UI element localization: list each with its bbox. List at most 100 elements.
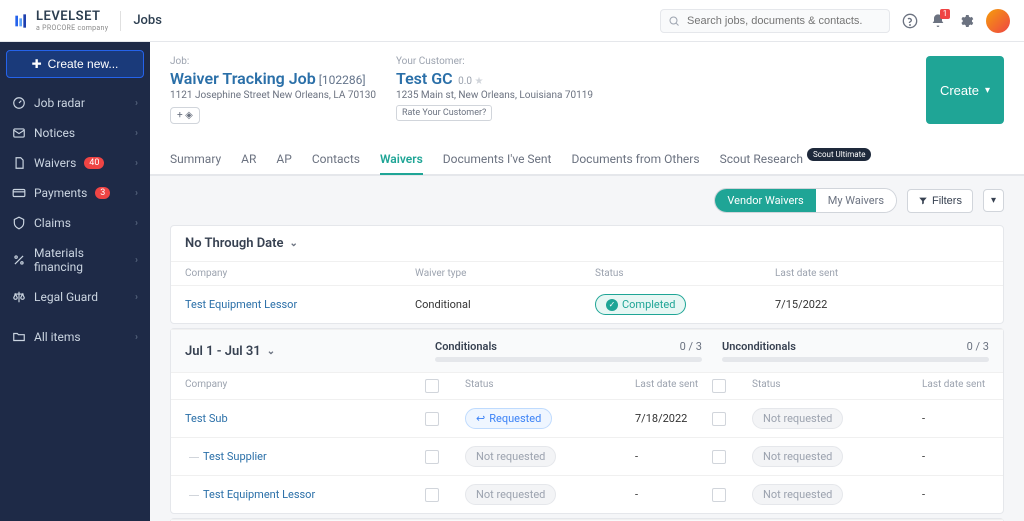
avatar[interactable]	[986, 9, 1010, 33]
payments-badge: 3	[95, 187, 110, 199]
rate-customer-button[interactable]: Rate Your Customer?	[396, 105, 492, 121]
tab-scout[interactable]: Scout ResearchScout Ultimate	[720, 144, 872, 174]
status-badge: Completed	[595, 294, 686, 315]
job-label: Job:	[170, 56, 376, 67]
checkbox[interactable]	[712, 488, 726, 502]
mail-icon	[12, 126, 26, 140]
chevron-right-icon: ›	[135, 128, 138, 139]
plus-icon: ✚	[32, 57, 42, 71]
waivers-badge: 40	[84, 157, 104, 169]
waiver-toggle-group: Vendor Waivers My Waivers	[714, 188, 897, 213]
help-icon[interactable]	[902, 13, 918, 29]
notif-badge: 1	[940, 9, 950, 19]
sidebar-item-materials[interactable]: Materials financing›	[6, 238, 144, 282]
chevron-right-icon: ›	[135, 332, 138, 343]
cond-summary: Conditionals0 / 3	[435, 340, 702, 362]
tab-docs-sent[interactable]: Documents I've Sent	[443, 144, 552, 174]
tab-contacts[interactable]: Contacts	[312, 144, 360, 174]
sidebar-item-job-radar[interactable]: Job radar›	[6, 88, 144, 118]
gauge-icon	[12, 96, 26, 110]
topbar: LEVELSET a PROCORE company Jobs 1	[0, 0, 1024, 42]
customer-label: Your Customer:	[396, 56, 593, 67]
tab-ar[interactable]: AR	[241, 144, 256, 174]
checkbox[interactable]	[712, 450, 726, 464]
table-row: Test Equipment Lessor Conditional Comple…	[171, 285, 1003, 323]
table-head: Company Status Last date sent Status Las…	[171, 372, 1003, 399]
tab-docs-others[interactable]: Documents from Others	[571, 144, 699, 174]
create-label: Create new...	[48, 57, 119, 71]
percent-icon	[12, 253, 26, 267]
table-row: Test Equipment Lessor Not requested - No…	[171, 475, 1003, 513]
customer-title[interactable]: Test GC	[396, 69, 453, 88]
checkbox[interactable]	[425, 488, 439, 502]
status-badge: Not requested	[752, 484, 843, 505]
table-head: Company Waiver type Status Last date sen…	[171, 261, 1003, 285]
chevron-down-icon: ⌄	[290, 238, 298, 249]
shield-icon	[12, 216, 26, 230]
table-row: Test Supplier Not requested - Not reques…	[171, 437, 1003, 475]
customer-rating: 0.0 ★	[456, 76, 484, 87]
logo[interactable]: LEVELSET a PROCORE company	[14, 9, 108, 32]
customer-card: Your Customer: Test GC 0.0 ★ 1235 Main s…	[396, 56, 593, 124]
job-header: Job: Waiver Tracking Job [102286] 1121 J…	[150, 42, 1024, 176]
tab-summary[interactable]: Summary	[170, 144, 221, 174]
sidebar-item-legalguard[interactable]: Legal Guard›	[6, 282, 144, 312]
sidebar-item-waivers[interactable]: Waivers 40 ›	[6, 148, 144, 178]
section-head-jul[interactable]: Jul 1 - Jul 31 ⌄	[185, 340, 415, 362]
sidebar-item-claims[interactable]: Claims›	[6, 208, 144, 238]
chevron-right-icon: ›	[135, 255, 138, 266]
uncond-summary: Unconditionals0 / 3	[722, 340, 989, 362]
brand-name: LEVELSET	[36, 9, 108, 24]
company-link[interactable]: Test Sub	[185, 412, 415, 425]
status-badge: Not requested	[752, 446, 843, 467]
tabs: Summary AR AP Contacts Waivers Documents…	[150, 132, 1024, 175]
brand-sub: a PROCORE company	[36, 24, 108, 32]
funnel-icon	[918, 196, 928, 206]
status-badge: ↩ Requested	[465, 408, 552, 429]
chevron-right-icon: ›	[135, 98, 138, 109]
checkbox[interactable]	[712, 379, 726, 393]
job-title[interactable]: Waiver Tracking Job	[170, 69, 316, 88]
checkbox[interactable]	[425, 450, 439, 464]
section-no-through: No Through Date ⌄ Company Waiver type St…	[170, 225, 1004, 324]
divider	[120, 11, 121, 31]
sidebar-item-notices[interactable]: Notices›	[6, 118, 144, 148]
scale-icon	[12, 290, 26, 304]
main-content: Job: Waiver Tracking Job [102286] 1121 J…	[150, 42, 1024, 521]
progress-bar	[435, 357, 702, 362]
section-jul: Jul 1 - Jul 31 ⌄ Conditionals0 / 3 Uncon…	[170, 328, 1004, 514]
create-button[interactable]: Create ▾	[926, 56, 1004, 124]
sidebar-item-payments[interactable]: Payments 3 ›	[6, 178, 144, 208]
create-new-button[interactable]: ✚ Create new...	[6, 50, 144, 78]
job-address: 1121 Josephine Street New Orleans, LA 70…	[170, 90, 376, 101]
filters-button[interactable]: Filters	[907, 189, 973, 213]
search-input[interactable]	[660, 9, 890, 33]
toggle-my-waivers[interactable]: My Waivers	[816, 189, 896, 212]
status-badge: Not requested	[465, 484, 556, 505]
checkbox[interactable]	[425, 412, 439, 426]
toggle-vendor-waivers[interactable]: Vendor Waivers	[715, 189, 815, 212]
gear-icon[interactable]	[958, 13, 974, 29]
chevron-down-icon: ▾	[985, 85, 990, 96]
bell-icon[interactable]: 1	[930, 13, 946, 29]
filters-caret[interactable]: ▾	[983, 189, 1004, 212]
search-icon	[668, 15, 680, 27]
company-link[interactable]: Test Supplier	[185, 450, 415, 463]
company-link[interactable]: Test Equipment Lessor	[185, 488, 415, 501]
tab-waivers[interactable]: Waivers	[380, 144, 423, 174]
company-link[interactable]: Test Equipment Lessor	[185, 298, 415, 311]
checkbox[interactable]	[425, 379, 439, 393]
jobs-link[interactable]: Jobs	[133, 13, 162, 28]
section-head-no-through[interactable]: No Through Date ⌄	[171, 226, 1003, 261]
chevron-right-icon: ›	[135, 188, 138, 199]
tag-button[interactable]: + ◈	[170, 107, 200, 124]
checkbox[interactable]	[712, 412, 726, 426]
scout-badge: Scout Ultimate	[807, 148, 871, 161]
chevron-right-icon: ›	[135, 158, 138, 169]
doc-icon	[12, 156, 26, 170]
sidebar-item-allitems[interactable]: All items›	[6, 322, 144, 352]
status-badge: Not requested	[752, 408, 843, 429]
job-id: [102286]	[319, 73, 366, 87]
tab-ap[interactable]: AP	[276, 144, 291, 174]
progress-bar	[722, 357, 989, 362]
